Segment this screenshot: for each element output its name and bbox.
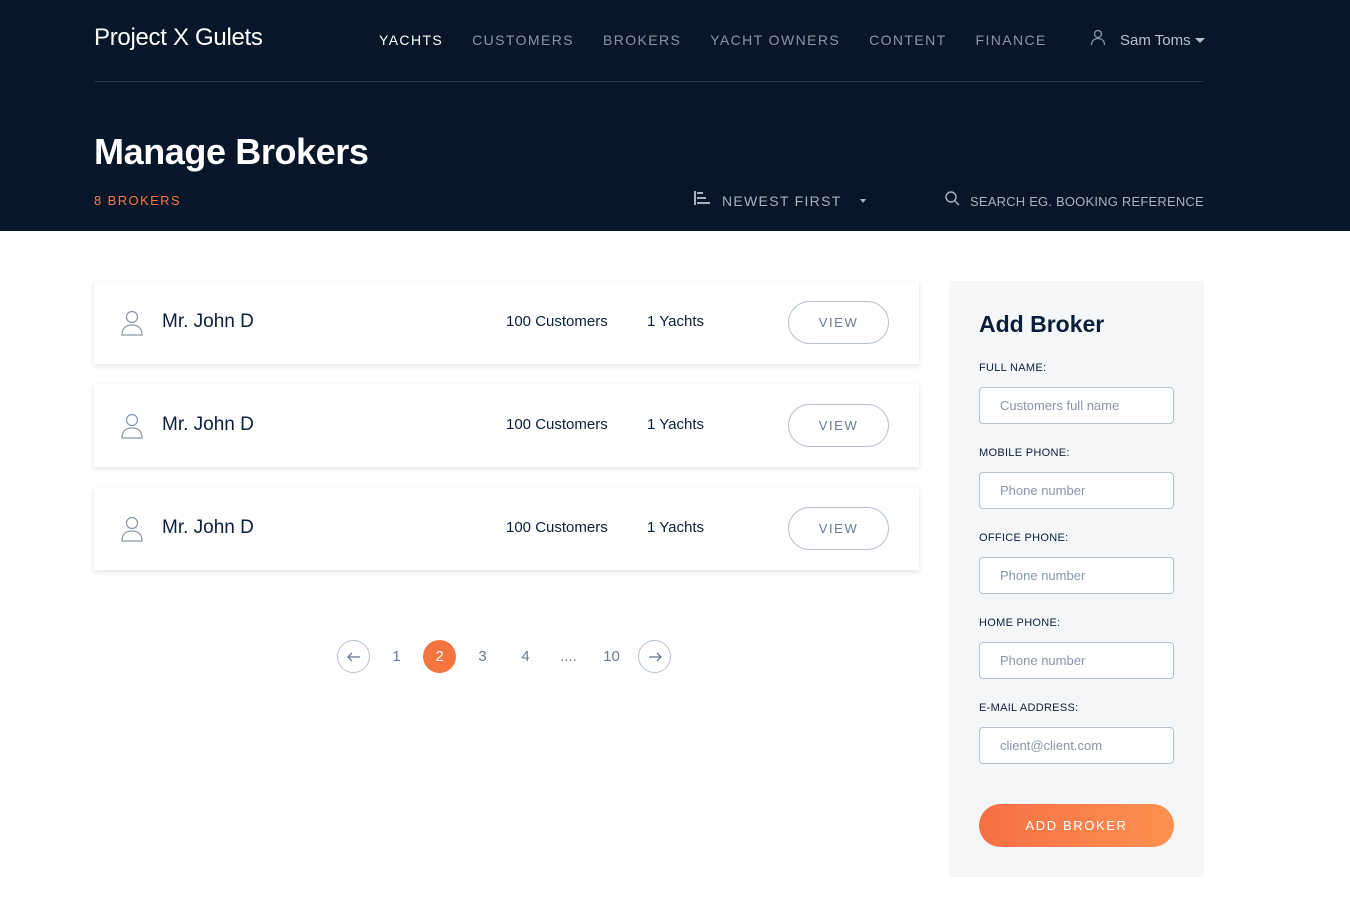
home-phone-field[interactable] — [979, 642, 1174, 679]
sort-icon — [694, 191, 710, 210]
broker-customers-count: 100 Customers — [506, 519, 608, 536]
email-field[interactable] — [979, 727, 1174, 764]
user-avatar-icon — [121, 516, 143, 547]
mobile-phone-field[interactable] — [979, 472, 1174, 509]
broker-yachts-count: 1 Yachts — [647, 519, 704, 536]
broker-card: Mr. John D 100 Customers 1 Yachts VIEW — [94, 487, 919, 570]
nav-item-content[interactable]: CONTENT — [869, 32, 946, 48]
pagination: 1 2 3 4 .... 10 — [337, 640, 671, 673]
search-bar — [945, 191, 1210, 211]
page-number[interactable]: 3 — [466, 640, 499, 673]
broker-name: Mr. John D — [162, 414, 254, 435]
view-broker-button[interactable]: VIEW — [788, 507, 889, 550]
sort-label: NEWEST FIRST — [722, 192, 842, 209]
search-input[interactable] — [970, 193, 1210, 209]
add-broker-button[interactable]: ADD BROKER — [979, 804, 1174, 847]
page-number[interactable]: 10 — [595, 640, 628, 673]
broker-name: Mr. John D — [162, 311, 254, 332]
user-name: Sam Toms — [1120, 31, 1191, 49]
office-phone-label: OFFICE PHONE: — [979, 532, 1069, 544]
nav-item-yachts[interactable]: YACHTS — [379, 32, 443, 48]
broker-customers-count: 100 Customers — [506, 313, 608, 330]
top-header: Project X Gulets YACHTS CUSTOMERS BROKER… — [0, 0, 1350, 231]
office-phone-field[interactable] — [979, 557, 1174, 594]
email-label: E-MAIL ADDRESS: — [979, 702, 1079, 714]
broker-card: Mr. John D 100 Customers 1 Yachts VIEW — [94, 281, 919, 364]
broker-name: Mr. John D — [162, 517, 254, 538]
nav-item-yacht-owners[interactable]: YACHT OWNERS — [710, 32, 840, 48]
nav-item-brokers[interactable]: BROKERS — [603, 32, 681, 48]
sort-dropdown[interactable]: NEWEST FIRST — [694, 191, 866, 210]
add-broker-panel: Add Broker FULL NAME: MOBILE PHONE: OFFI… — [949, 281, 1204, 877]
caret-down-icon — [859, 198, 866, 203]
broker-count: 8 BROKERS — [94, 193, 182, 208]
user-avatar-icon — [121, 310, 143, 341]
broker-list: Mr. John D 100 Customers 1 Yachts VIEW M… — [94, 281, 919, 590]
page-number-current[interactable]: 2 — [423, 640, 456, 673]
page-number[interactable]: 4 — [509, 640, 542, 673]
view-broker-button[interactable]: VIEW — [788, 404, 889, 447]
broker-card: Mr. John D 100 Customers 1 Yachts VIEW — [94, 384, 919, 467]
chevron-down-icon — [1194, 37, 1205, 43]
search-icon — [945, 191, 960, 211]
brand-logo-text[interactable]: Project X Gulets — [94, 24, 263, 52]
broker-customers-count: 100 Customers — [506, 416, 608, 433]
mobile-phone-label: MOBILE PHONE: — [979, 447, 1070, 459]
user-icon — [1090, 29, 1106, 51]
view-broker-button[interactable]: VIEW — [788, 301, 889, 344]
page-ellipsis: .... — [560, 648, 577, 665]
nav-item-customers[interactable]: CUSTOMERS — [472, 32, 574, 48]
main-nav: YACHTS CUSTOMERS BROKERS YACHT OWNERS CO… — [379, 32, 1047, 48]
user-menu[interactable]: Sam Toms — [1090, 29, 1205, 51]
prev-page-arrow-icon[interactable] — [337, 640, 370, 673]
add-broker-title: Add Broker — [979, 311, 1105, 337]
user-avatar-icon — [121, 413, 143, 444]
broker-yachts-count: 1 Yachts — [647, 416, 704, 433]
broker-yachts-count: 1 Yachts — [647, 313, 704, 330]
home-phone-label: HOME PHONE: — [979, 617, 1061, 629]
nav-item-finance[interactable]: FINANCE — [976, 32, 1047, 48]
full-name-label: FULL NAME: — [979, 362, 1047, 374]
header-divider — [94, 81, 1204, 82]
page-title: Manage Brokers — [94, 131, 369, 172]
full-name-field[interactable] — [979, 387, 1174, 424]
next-page-arrow-icon[interactable] — [638, 640, 671, 673]
page-number[interactable]: 1 — [380, 640, 413, 673]
